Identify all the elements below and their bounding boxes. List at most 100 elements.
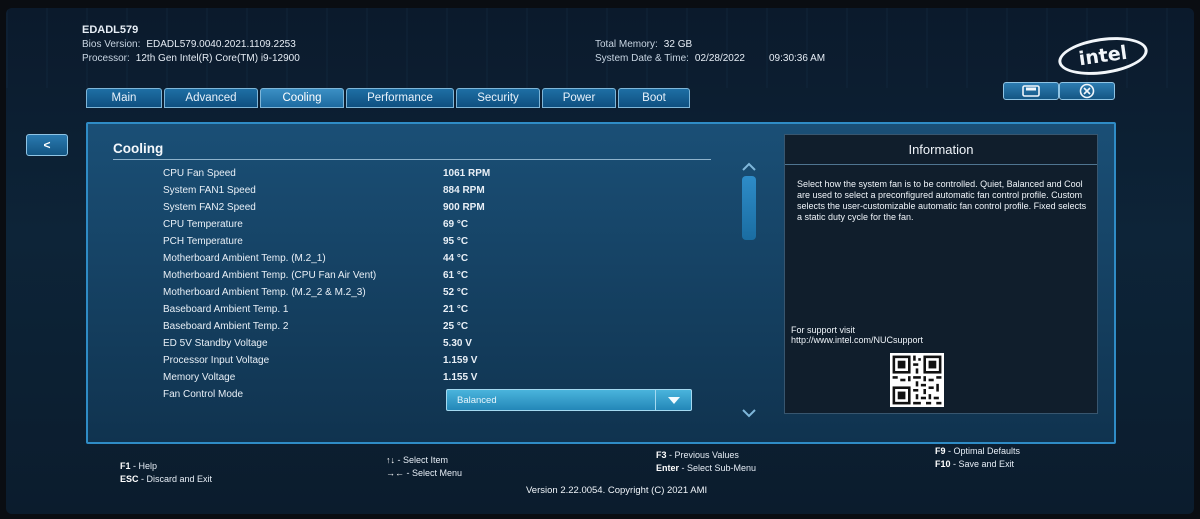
key-f9-text: - Optimal Defaults <box>948 446 1021 456</box>
key-esc-text: - Discard and Exit <box>141 474 213 484</box>
tab-boot[interactable]: Boot <box>618 88 690 108</box>
processor-label: Processor: <box>82 53 130 64</box>
close-circle-icon <box>1079 83 1095 99</box>
sensor-label: Baseboard Ambient Temp. 1 <box>163 304 289 315</box>
sensor-label: PCH Temperature <box>163 236 243 247</box>
sensor-label: Memory Voltage <box>163 372 236 383</box>
sensor-row-mem-voltage: Memory Voltage 1.155 V <box>163 372 703 389</box>
bios-version-label: Bios Version: <box>82 39 141 50</box>
footer-help-group: F1 - Help ESC - Discard and Exit <box>120 460 212 486</box>
processor-value: 12th Gen Intel(R) Core(TM) i9-12900 <box>135 53 300 64</box>
cooling-panel: Cooling CPU Fan Speed 1061 RPM System FAN… <box>86 122 1116 444</box>
sensor-row-cpu-temp: CPU Temperature 69 °C <box>163 219 703 236</box>
dropdown-arrow[interactable] <box>655 390 691 410</box>
sensor-label: Baseboard Ambient Temp. 2 <box>163 321 289 332</box>
section-title: Cooling <box>113 141 164 156</box>
sensor-label: CPU Fan Speed <box>163 168 236 179</box>
total-memory-label: Total Memory: <box>595 39 658 50</box>
sensor-value: 884 RPM <box>443 185 485 196</box>
section-divider <box>113 159 711 160</box>
key-f10-text: - Save and Exit <box>953 459 1015 469</box>
tab-main[interactable]: Main <box>86 88 162 108</box>
processor: Processor: 12th Gen Intel(R) Core(TM) i9-… <box>82 53 300 64</box>
information-title: Information <box>785 135 1097 165</box>
sensor-label: System FAN1 Speed <box>163 185 256 196</box>
key-esc: ESC <box>120 474 139 484</box>
sensor-row-fan2: System FAN2 Speed 900 RPM <box>163 202 703 219</box>
bios-version-value: EDADL579.0040.2021.1109.2253 <box>146 39 296 50</box>
sensor-row-mb-cpu-vent: Motherboard Ambient Temp. (CPU Fan Air V… <box>163 270 703 287</box>
total-memory: Total Memory: 32 GB <box>595 39 692 50</box>
key-arrows-updown: ↑↓ <box>386 455 395 465</box>
tab-performance[interactable]: Performance <box>346 88 454 108</box>
support-info: For support visit http://www.intel.com/N… <box>791 325 923 345</box>
sensor-value: 52 °C <box>443 287 469 298</box>
date-time-label: System Date & Time: <box>595 53 689 64</box>
scrollbar[interactable] <box>736 162 762 424</box>
time-value: 09:30:36 AM <box>768 53 826 64</box>
key-f1-text: - Help <box>133 461 158 471</box>
tab-power[interactable]: Power <box>542 88 616 108</box>
sensor-value: 25 °C <box>443 321 469 332</box>
key-arrows-leftright: →← <box>386 468 404 478</box>
sensor-row-proc-voltage: Processor Input Voltage 1.159 V <box>163 355 703 372</box>
information-panel: Information Select how the system fan is… <box>784 134 1098 414</box>
sensor-label: Processor Input Voltage <box>163 355 270 366</box>
system-date-time: System Date & Time: 02/28/2022 09:30:36 AM <box>595 53 825 64</box>
qr-code-icon <box>890 353 944 407</box>
total-memory-value: 32 GB <box>663 39 693 50</box>
sensor-label: System FAN2 Speed <box>163 202 256 213</box>
tab-security[interactable]: Security <box>456 88 540 108</box>
chevron-down-icon <box>667 396 680 404</box>
footer-values-group: F3 - Previous Values Enter - Select Sub-… <box>656 449 756 475</box>
information-text: Select how the system fan is to be contr… <box>797 179 1087 222</box>
key-enter-text: - Select Sub-Menu <box>681 463 757 473</box>
sensor-label: Motherboard Ambient Temp. (M.2_1) <box>163 253 326 264</box>
sensor-value: 900 RPM <box>443 202 485 213</box>
copyright: Version 2.22.0054. Copyright (C) 2021 AM… <box>526 485 708 496</box>
sensor-value: 1.155 V <box>443 372 478 383</box>
sensor-value: 95 °C <box>443 236 469 247</box>
exit-button[interactable] <box>1059 82 1115 100</box>
footer-save-group: F9 - Optimal Defaults F10 - Save and Exi… <box>935 445 1020 471</box>
sensor-row-mb-m2-1: Motherboard Ambient Temp. (M.2_1) 44 °C <box>163 253 703 270</box>
sensor-value: 21 °C <box>443 304 469 315</box>
sensor-value: 1061 RPM <box>443 168 491 179</box>
save-button[interactable] <box>1003 82 1059 100</box>
sensor-label: CPU Temperature <box>163 219 243 230</box>
tab-cooling[interactable]: Cooling <box>260 88 344 108</box>
sensor-row-bb-temp2: Baseboard Ambient Temp. 2 25 °C <box>163 321 703 338</box>
key-f1: F1 <box>120 461 131 471</box>
sensor-value: 1.159 V <box>443 355 478 366</box>
key-f3-text: - Previous Values <box>669 450 739 460</box>
sensor-row-mb-m2-23: Motherboard Ambient Temp. (M.2_2 & M.2_3… <box>163 287 703 304</box>
system-name: EDADL579 <box>82 24 139 36</box>
support-url: http://www.intel.com/NUCsupport <box>791 335 924 345</box>
date-value: 02/28/2022 <box>694 53 745 64</box>
fan-control-label: Fan Control Mode <box>163 389 244 400</box>
chevron-up-icon[interactable] <box>741 162 757 172</box>
scrollbar-thumb[interactable] <box>742 176 756 240</box>
key-arrows-leftright-text: - Select Menu <box>406 468 463 478</box>
sensor-value: 5.30 V <box>443 338 472 349</box>
sensor-label: ED 5V Standby Voltage <box>163 338 268 349</box>
bios-version: Bios Version: EDADL579.0040.2021.1109.225… <box>82 39 296 50</box>
sensor-row-5v-standby: ED 5V Standby Voltage 5.30 V <box>163 338 703 355</box>
bios-screen: EDADL579 Bios Version: EDADL579.0040.2021… <box>6 8 1194 514</box>
tab-advanced[interactable]: Advanced <box>164 88 258 108</box>
fan-control-mode-select[interactable]: Balanced <box>446 389 692 411</box>
sensor-label: Motherboard Ambient Temp. (M.2_2 & M.2_3… <box>163 287 366 298</box>
sensor-row-pch-temp: PCH Temperature 95 °C <box>163 236 703 253</box>
intel-logo: intel <box>1055 31 1151 81</box>
key-arrows-updown-text: - Select Item <box>397 455 449 465</box>
key-enter: Enter <box>656 463 680 473</box>
sensor-value: 44 °C <box>443 253 469 264</box>
key-f3: F3 <box>656 450 667 460</box>
chevron-down-icon[interactable] <box>741 408 757 418</box>
sensor-row-cpu-fan: CPU Fan Speed 1061 RPM <box>163 168 703 185</box>
back-button[interactable]: < <box>26 134 68 156</box>
sensor-label: Motherboard Ambient Temp. (CPU Fan Air V… <box>163 270 377 281</box>
save-icon <box>1022 85 1040 97</box>
sensor-row-bb-temp1: Baseboard Ambient Temp. 1 21 °C <box>163 304 703 321</box>
sensor-value: 61 °C <box>443 270 469 281</box>
